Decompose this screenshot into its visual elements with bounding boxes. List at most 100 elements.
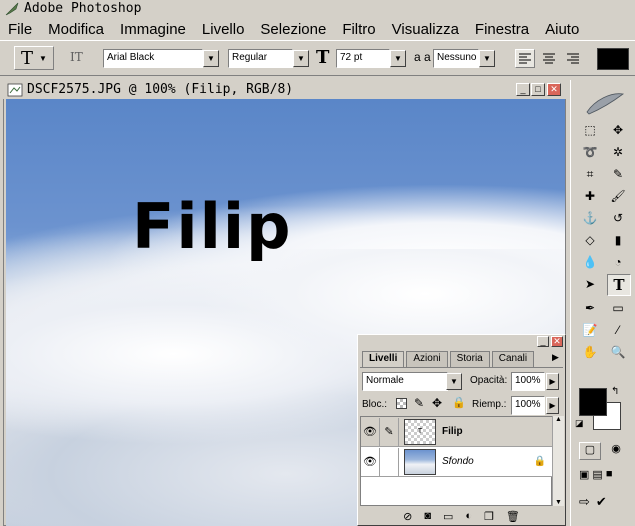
antialias-select[interactable]: Nessuno	[433, 49, 479, 68]
tool-preset-picker[interactable]: T ▼	[14, 46, 54, 70]
palette-close-button[interactable]: ✕	[551, 336, 563, 347]
font-size-icon: T	[316, 47, 330, 68]
palette-minimize-button[interactable]: _	[537, 336, 549, 347]
text-orientation-icon[interactable]: IT	[70, 50, 83, 64]
tab-canali[interactable]: Canali	[491, 351, 535, 368]
crop-tool-icon[interactable]: ⌗	[579, 164, 601, 184]
layer-row-sfondo[interactable]: 👁 Sfondo 🔒	[361, 447, 552, 477]
eyedropper-icon[interactable]: ⁄	[607, 320, 629, 340]
menu-filtro[interactable]: Filtro	[334, 21, 383, 38]
new-layer-icon[interactable]: ❐	[484, 510, 494, 523]
type-tool-icon[interactable]: T	[607, 274, 631, 296]
notes-tool-icon[interactable]: 📝	[579, 320, 601, 340]
menu-visualizza[interactable]: Visualizza	[384, 21, 467, 38]
lock-paint-icon[interactable]: ✎	[414, 396, 424, 410]
standard-mode-button[interactable]: ▢	[579, 442, 601, 460]
minimize-icon: _	[520, 84, 526, 94]
pen-tool-icon[interactable]: ✒	[579, 298, 601, 318]
scroll-down-icon[interactable]: ▼	[553, 499, 564, 506]
foreground-color-swatch[interactable]	[579, 388, 607, 416]
blur-tool-icon[interactable]: 💧	[579, 252, 601, 272]
brush-link-icon[interactable]: ✎	[380, 417, 399, 446]
hand-tool-icon[interactable]: ✋	[579, 342, 601, 362]
fill-input[interactable]: 100%	[511, 396, 545, 415]
layer-name[interactable]: Filip	[442, 426, 463, 437]
checkmark-icon[interactable]: ✔	[596, 494, 607, 510]
trash-icon[interactable]: 🗑	[506, 510, 520, 523]
close-icon: ✕	[550, 84, 558, 94]
adjustment-layer-icon[interactable]: ◐	[465, 510, 472, 522]
photoshop-feather-icon	[586, 93, 624, 115]
canvas-text-layer[interactable]: Filip	[132, 196, 293, 258]
layer-mask-icon[interactable]: ◙	[424, 510, 431, 522]
font-family-select[interactable]: Arial Black	[103, 49, 203, 68]
menu-bar: File Modifica Immagine Livello Selezione…	[0, 18, 635, 40]
quick-mask-button[interactable]: ◉	[605, 442, 627, 460]
fill-arrow-icon[interactable]: ▶	[546, 397, 559, 414]
chevron-down-icon[interactable]: ▼	[203, 50, 219, 67]
new-group-icon[interactable]: ▭	[443, 510, 453, 523]
layer-style-icon[interactable]: ⊘	[403, 510, 412, 523]
eye-icon[interactable]: 👁	[361, 447, 380, 476]
opacity-arrow-icon[interactable]: ▶	[546, 373, 559, 390]
chevron-down-icon[interactable]: ▼	[293, 50, 309, 67]
menu-aiuto[interactable]: Aiuto	[537, 21, 587, 38]
tab-storia[interactable]: Storia	[449, 351, 490, 368]
tab-azioni[interactable]: Azioni	[406, 351, 448, 368]
clone-stamp-icon[interactable]: ⚓	[579, 208, 601, 228]
history-brush-icon[interactable]: ↺	[607, 208, 629, 228]
palette-menu-arrow-icon[interactable]: ▶	[552, 352, 559, 363]
tab-livelli[interactable]: Livelli	[362, 351, 405, 368]
layer-row-filip[interactable]: 👁 ✎ T Filip	[361, 417, 552, 447]
path-selection-icon[interactable]: ➤	[579, 274, 601, 294]
menu-modifica[interactable]: Modifica	[40, 21, 112, 38]
lock-move-icon[interactable]: ✥	[432, 396, 442, 410]
move-tool-icon[interactable]: ✥	[607, 120, 629, 140]
eraser-tool-icon[interactable]: ◇	[579, 230, 601, 250]
blend-mode-select[interactable]: Normale	[362, 372, 448, 391]
gradient-tool-icon[interactable]: ▮	[607, 230, 629, 250]
screen-mode-full-icon[interactable]: ■	[606, 468, 613, 481]
chevron-down-icon[interactable]: ▼	[446, 373, 462, 390]
slice-tool-icon[interactable]: ✎	[607, 164, 629, 184]
layers-scrollbar[interactable]: ▲ ▼	[552, 416, 564, 506]
text-color-swatch[interactable]	[597, 48, 629, 70]
align-center-button[interactable]	[540, 50, 560, 69]
chevron-down-icon[interactable]: ▼	[479, 50, 495, 67]
eye-icon[interactable]: 👁	[361, 417, 380, 446]
lock-transparency-icon[interactable]	[396, 398, 407, 409]
screen-mode-standard-icon[interactable]: ▣	[579, 468, 589, 481]
menu-file[interactable]: File	[0, 21, 40, 38]
layer-name[interactable]: Sfondo	[442, 456, 474, 467]
zoom-tool-icon[interactable]: 🔍	[607, 342, 629, 362]
swap-colors-icon[interactable]: ↰	[611, 386, 619, 397]
jump-to-imageready-icon[interactable]: ⇨	[579, 494, 590, 510]
maximize-button[interactable]: □	[531, 83, 545, 96]
magic-wand-icon[interactable]: ✲	[607, 142, 629, 162]
marquee-tool-icon[interactable]: ⬚	[579, 120, 601, 140]
menu-immagine[interactable]: Immagine	[112, 21, 194, 38]
type-tool-icon: T	[21, 47, 34, 69]
opacity-input[interactable]: 100%	[511, 372, 545, 391]
dodge-tool-icon[interactable]: ◔	[607, 252, 629, 272]
link-slot[interactable]	[380, 447, 399, 476]
menu-livello[interactable]: Livello	[194, 21, 253, 38]
menu-finestra[interactable]: Finestra	[467, 21, 537, 38]
font-size-select[interactable]: 72 pt	[336, 49, 390, 68]
align-right-button[interactable]	[564, 50, 584, 69]
lasso-tool-icon[interactable]: ➰	[579, 142, 601, 162]
lock-all-icon[interactable]: 🔒	[452, 396, 466, 409]
align-left-button[interactable]	[515, 49, 535, 68]
screen-mode-menu-icon[interactable]: ▤	[592, 468, 602, 481]
screen-mode-buttons: ▣ ▤ ■	[579, 468, 635, 481]
healing-brush-icon[interactable]: ✚	[579, 186, 601, 206]
brush-tool-icon[interactable]: 🖌	[607, 186, 629, 206]
shape-tool-icon[interactable]: ▭	[607, 298, 629, 318]
minimize-button[interactable]: _	[516, 83, 530, 96]
font-style-select[interactable]: Regular	[228, 49, 293, 68]
menu-selezione[interactable]: Selezione	[252, 21, 334, 38]
default-colors-icon[interactable]: ◪	[575, 418, 584, 429]
close-button[interactable]: ✕	[547, 83, 561, 96]
scroll-up-icon[interactable]: ▲	[553, 416, 564, 423]
chevron-down-icon[interactable]: ▼	[390, 50, 406, 67]
